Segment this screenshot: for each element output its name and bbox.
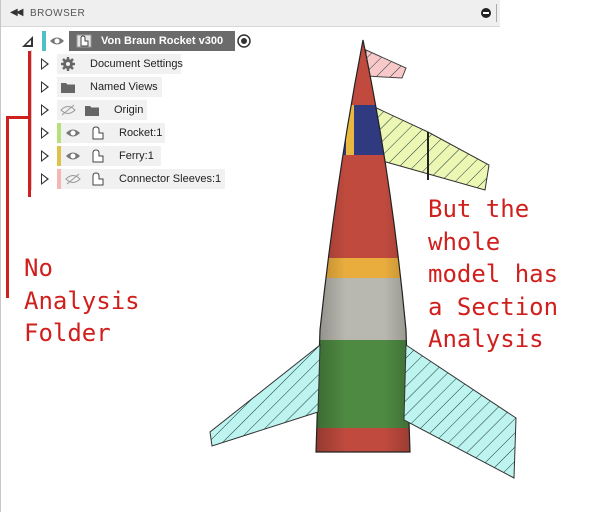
top-fin-section — [365, 49, 407, 79]
lower-right-fin-section — [403, 344, 517, 479]
annotation-section-analysis: But the whole model has a Section Analys… — [428, 195, 559, 353]
lower-left-fin-section — [209, 343, 321, 447]
